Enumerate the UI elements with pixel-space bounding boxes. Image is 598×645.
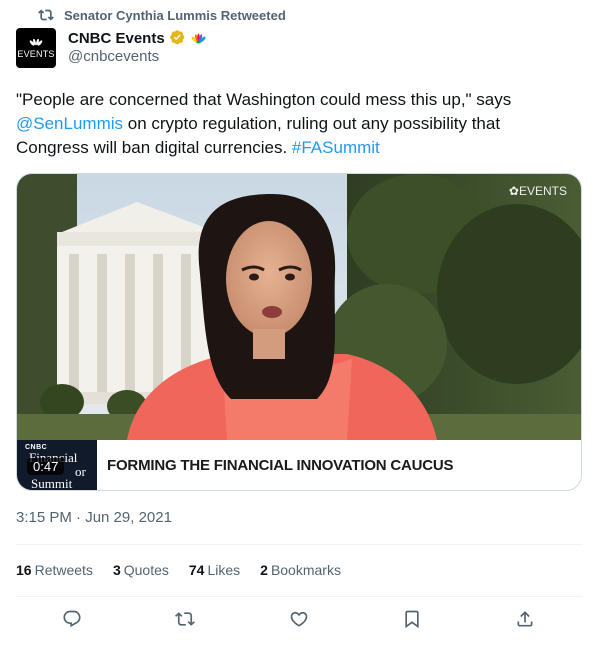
verified-badge-icon bbox=[169, 30, 184, 45]
avatar-text: EVENTS bbox=[17, 48, 55, 59]
peacock-watermark-icon: ✿ bbox=[508, 184, 519, 198]
divider bbox=[16, 544, 582, 545]
logo-line: Summit bbox=[31, 476, 73, 491]
logo-line: or bbox=[75, 464, 86, 479]
divider bbox=[16, 596, 582, 597]
stat-retweets[interactable]: 16 Retweets bbox=[16, 562, 93, 578]
lower-third-headline: FORMING THE FINANCIAL INNOVATION CAUCUS bbox=[107, 457, 454, 474]
tweet-text: "People are concerned that Washington co… bbox=[16, 88, 576, 160]
retweet-icon bbox=[38, 9, 54, 21]
stat-label: Quotes bbox=[123, 562, 169, 578]
stat-likes[interactable]: 74 Likes bbox=[189, 562, 240, 578]
watermark-text: EVENTS bbox=[518, 184, 567, 198]
stat-label: Likes bbox=[207, 562, 241, 578]
reply-button[interactable] bbox=[61, 608, 83, 630]
video-thumbnail bbox=[17, 174, 581, 440]
summit-logo: CNBC Financial or Summit 0:47 bbox=[17, 440, 97, 491]
hashtag-link[interactable]: #FASummit bbox=[292, 138, 380, 157]
tweet-author: EVENTS CNBC Events @cnbcevents bbox=[16, 28, 206, 68]
video-player[interactable]: ✿EVENTS CNBC Financial or Summit 0:47 FO… bbox=[16, 173, 582, 491]
tweet-text-part: "People are concerned that Washington co… bbox=[16, 90, 512, 109]
lower-third: CNBC Financial or Summit 0:47 FORMING TH… bbox=[17, 440, 581, 491]
bookmark-button[interactable] bbox=[401, 608, 423, 630]
avatar[interactable]: EVENTS bbox=[16, 28, 56, 68]
stat-bookmarks[interactable]: 2 Bookmarks bbox=[260, 562, 341, 578]
social-context[interactable]: Senator Cynthia Lummis Retweeted bbox=[38, 7, 286, 23]
stat-number: 3 bbox=[112, 562, 121, 578]
stat-number: 2 bbox=[260, 562, 268, 578]
bookmark-icon bbox=[405, 610, 419, 629]
like-button[interactable] bbox=[288, 608, 310, 630]
stat-label: Retweets bbox=[34, 562, 93, 578]
tweet-actions bbox=[16, 608, 582, 636]
stat-label: Bookmarks bbox=[270, 562, 341, 578]
peacock-logo-icon bbox=[29, 38, 43, 49]
display-name[interactable]: CNBC Events bbox=[68, 30, 165, 47]
heart-icon bbox=[290, 611, 308, 627]
tweet-timestamp[interactable]: 3:15 PM · Jun 29, 2021 bbox=[16, 509, 172, 526]
tweet-stats: 16 Retweets 3 Quotes 74 Likes 2 Bookmarks bbox=[16, 562, 341, 578]
retweet-button[interactable] bbox=[174, 608, 196, 630]
video-duration-badge: 0:47 bbox=[27, 458, 65, 475]
social-context-text: Senator Cynthia Lummis Retweeted bbox=[64, 7, 286, 23]
stat-quotes[interactable]: 3 Quotes bbox=[113, 562, 169, 578]
stat-number: 74 bbox=[188, 562, 205, 578]
stat-number: 16 bbox=[16, 562, 32, 578]
share-button[interactable] bbox=[514, 608, 536, 630]
share-icon bbox=[517, 611, 533, 627]
handle[interactable]: @cnbcevents bbox=[68, 48, 206, 65]
mention-link[interactable]: @SenLummis bbox=[16, 114, 123, 133]
nbc-peacock-icon[interactable] bbox=[191, 31, 206, 46]
events-watermark: ✿EVENTS bbox=[509, 184, 567, 198]
retweet-icon bbox=[175, 612, 195, 626]
reply-icon bbox=[63, 610, 81, 628]
